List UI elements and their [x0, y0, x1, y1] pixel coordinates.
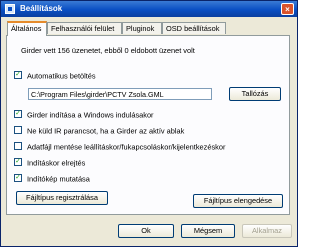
- option-row[interactable]: ✓ Indításkor elrejtés: [14, 158, 85, 168]
- window-title: Beállítások: [20, 4, 63, 13]
- ok-button[interactable]: Ok: [118, 224, 174, 238]
- drop-filetype-button[interactable]: Fájltípus elengedése: [193, 194, 283, 208]
- autosave-label: Automatikus betöltés: [27, 71, 96, 81]
- autosave-checkbox[interactable]: ✓: [14, 71, 22, 80]
- option-label: Indítókép mutatása: [27, 174, 90, 184]
- option-label: Adatfájl mentése leállításkor/fukapcsolá…: [27, 142, 226, 152]
- settings-app-icon: [5, 4, 15, 14]
- tab-general[interactable]: Általános: [7, 21, 47, 36]
- show-splash-checkbox[interactable]: ✓: [14, 174, 22, 183]
- option-row[interactable]: Adatfájl mentése leállításkor/fukapcsolá…: [14, 142, 225, 152]
- settings-window: Beállítások × Általános Felhasználói fel…: [0, 0, 298, 247]
- hide-on-start-checkbox[interactable]: ✓: [14, 158, 22, 167]
- no-ir-when-active-checkbox[interactable]: [14, 126, 22, 135]
- autosave-row[interactable]: ✓ Automatikus betöltés: [14, 71, 96, 81]
- option-label: Indításkor elrejtés: [27, 158, 86, 168]
- browse-button[interactable]: Tallózás: [229, 87, 281, 101]
- save-on-shutdown-checkbox[interactable]: [14, 142, 22, 151]
- tab-user-interface[interactable]: Felhasználói felület: [47, 22, 122, 34]
- start-with-windows-checkbox[interactable]: ✓: [14, 110, 22, 119]
- option-row[interactable]: Ne küld IR parancsot, ha a Girder az akt…: [14, 126, 184, 136]
- autosave-path-input[interactable]: [28, 88, 212, 100]
- close-icon[interactable]: ×: [281, 3, 294, 15]
- register-filetype-button[interactable]: Fájltípus regisztrálása: [16, 191, 108, 205]
- title-bar[interactable]: Beállítások ×: [1, 1, 297, 17]
- option-row[interactable]: ✓ Indítókép mutatása: [14, 174, 90, 184]
- general-tab-panel: [6, 35, 290, 215]
- option-label: Ne küld IR parancsot, ha a Girder az akt…: [27, 126, 185, 136]
- apply-button[interactable]: Alkalmaz: [242, 224, 292, 238]
- option-row[interactable]: ✓ Girder indítása a Windows indulásakor: [14, 110, 154, 120]
- option-label: Girder indítása a Windows indulásakor: [27, 110, 154, 120]
- cancel-button[interactable]: Mégsem: [181, 224, 235, 238]
- tab-osd-settings[interactable]: OSD beállítások: [162, 22, 226, 34]
- message-count-text: Girder vett 156 üzenetet, ebből 0 eldobo…: [21, 46, 195, 55]
- tab-plugins[interactable]: Pluginok: [122, 22, 162, 34]
